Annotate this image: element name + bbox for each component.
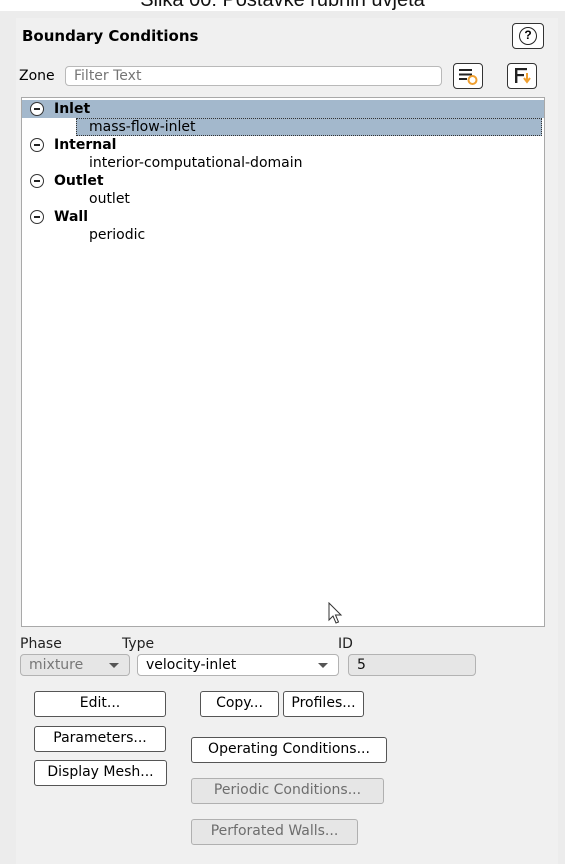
zone-filter-input[interactable] (65, 66, 442, 86)
tree-item-periodic[interactable]: periodic (22, 226, 544, 244)
tree-group-inlet[interactable]: Inlet (22, 100, 544, 118)
question-circle-icon: ? (519, 27, 537, 45)
operating-conditions-button[interactable]: Operating Conditions... (191, 737, 387, 763)
tree-group-outlet[interactable]: Outlet (22, 172, 544, 190)
tree-group-wall[interactable]: Wall (22, 208, 544, 226)
collapse-icon[interactable] (30, 210, 44, 224)
chevron-down-icon (109, 663, 119, 668)
collapse-icon[interactable] (30, 102, 44, 116)
tree-item-mass-flow-inlet[interactable]: mass-flow-inlet (22, 118, 544, 136)
phase-value: mixture (29, 657, 84, 673)
type-value: velocity-inlet (146, 657, 237, 673)
zone-tree[interactable]: Inlet mass-flow-inlet Internal interior-… (21, 97, 545, 627)
panel-title: Boundary Conditions (22, 27, 199, 45)
mouse-pointer-icon (328, 602, 343, 624)
collapse-icon[interactable] (30, 138, 44, 152)
phase-label: Phase (20, 636, 62, 652)
filter-options-button[interactable] (453, 63, 483, 89)
boundary-conditions-panel: Boundary Conditions ? Zone Inlet mass-fl… (16, 18, 558, 864)
chevron-down-icon (318, 663, 328, 668)
sort-icon (515, 68, 531, 84)
sort-zones-button[interactable] (507, 63, 537, 89)
copy-button[interactable]: Copy... (200, 691, 279, 717)
filter-list-icon (459, 69, 478, 85)
document-caption: Slika 00: Postavke rubnih uvjeta (0, 0, 565, 11)
help-button[interactable]: ? (512, 23, 544, 49)
parameters-button[interactable]: Parameters... (34, 726, 166, 752)
type-label: Type (122, 636, 155, 652)
tree-group-internal[interactable]: Internal (22, 136, 544, 154)
phase-dropdown[interactable]: mixture (20, 654, 130, 676)
zone-label: Zone (19, 68, 55, 84)
id-label: ID (338, 636, 353, 652)
id-value: 5 (357, 657, 366, 673)
tree-item-interior[interactable]: interior-computational-domain (22, 154, 544, 172)
periodic-conditions-button[interactable]: Periodic Conditions... (191, 778, 384, 804)
id-field: 5 (348, 654, 476, 676)
collapse-icon[interactable] (30, 174, 44, 188)
profiles-button[interactable]: Profiles... (283, 691, 364, 717)
perforated-walls-button[interactable]: Perforated Walls... (191, 819, 358, 845)
edit-button[interactable]: Edit... (34, 691, 166, 717)
display-mesh-button[interactable]: Display Mesh... (34, 760, 167, 786)
tree-item-outlet[interactable]: outlet (22, 190, 544, 208)
type-dropdown[interactable]: velocity-inlet (137, 654, 339, 676)
